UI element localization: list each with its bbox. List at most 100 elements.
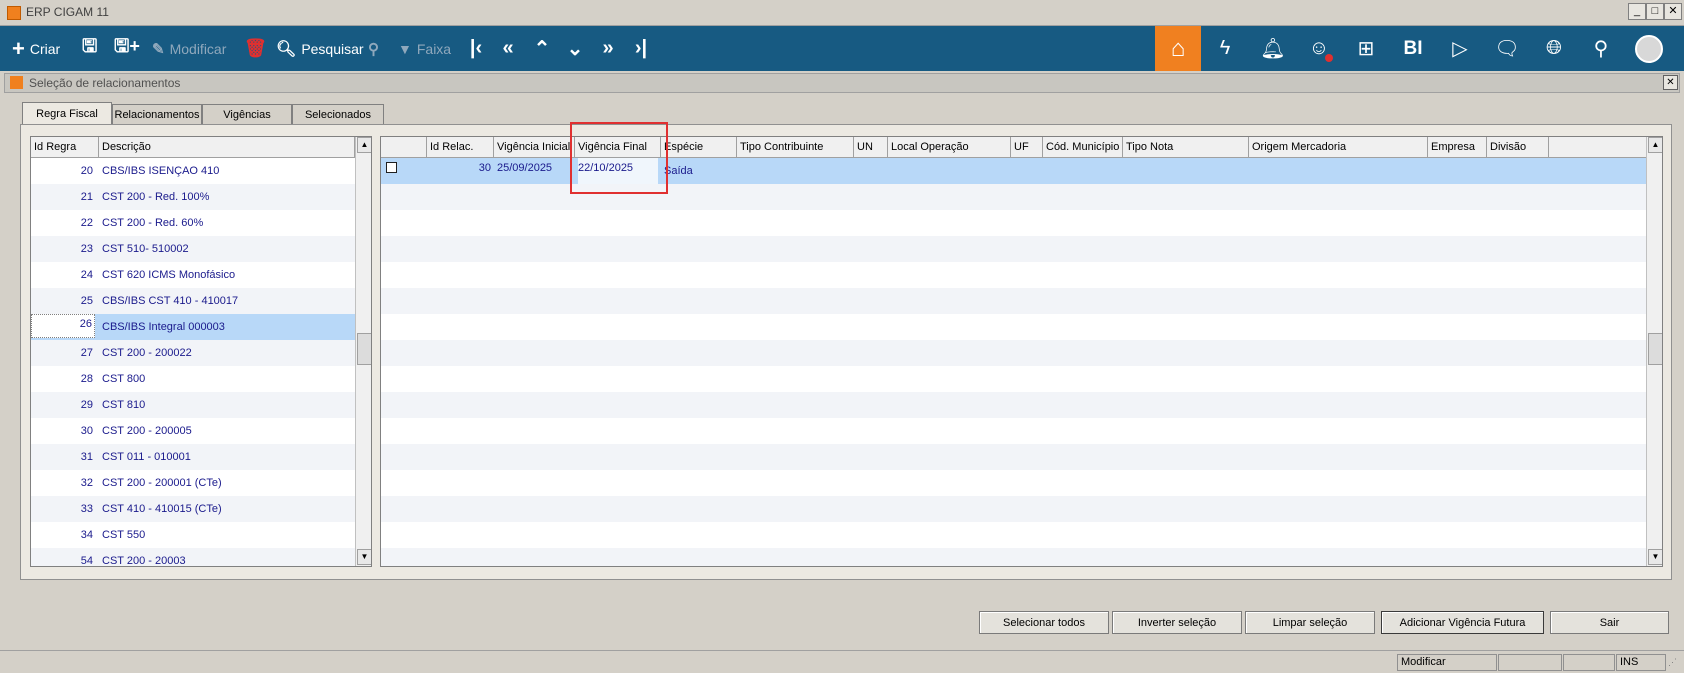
location-button[interactable]: ⚲ xyxy=(368,26,379,71)
tab-regra-fiscal[interactable]: Regra Fiscal xyxy=(22,102,112,125)
minimize-button[interactable]: _ xyxy=(1628,3,1646,20)
criar-button[interactable]: + Criar xyxy=(12,26,60,71)
relacionamentos-grid[interactable]: Id Relac. Vigência Inicial Vigência Final E… xyxy=(380,136,1663,567)
adicionar-vigencia-futura-button[interactable]: Adicionar Vigência Futura xyxy=(1381,611,1544,634)
table-row[interactable] xyxy=(381,262,1646,288)
magnifier-icon[interactable]: ⚲ xyxy=(1578,26,1624,71)
tab-selecionados[interactable]: Selecionados xyxy=(292,104,384,124)
lightning-icon[interactable]: ϟ xyxy=(1202,26,1248,71)
prev-record-icon[interactable]: ⌃ xyxy=(528,26,556,71)
inverter-selecao-button[interactable]: Inverter seleção xyxy=(1112,611,1242,634)
table-row[interactable]: 25 CBS/IBS CST 410 - 410017 xyxy=(31,288,355,314)
grid-icon[interactable]: ⊞ xyxy=(1343,26,1389,71)
close-subwindow-button[interactable]: ✕ xyxy=(1663,75,1678,90)
resize-grip-icon[interactable]: ⋰ xyxy=(1668,657,1677,668)
cell-id-regra: 26 xyxy=(31,314,95,338)
table-row[interactable]: 34 CST 550 xyxy=(31,522,355,548)
table-row[interactable]: 23 CST 510- 510002 xyxy=(31,236,355,262)
table-row[interactable] xyxy=(381,470,1646,496)
table-row[interactable] xyxy=(381,210,1646,236)
delete-button[interactable]: 🗑 xyxy=(244,26,267,71)
tab-relacionamentos[interactable]: Relacionamentos xyxy=(112,104,202,124)
col-origem-mercadoria[interactable]: Origem Mercadoria xyxy=(1249,137,1428,158)
close-window-button[interactable]: ✕ xyxy=(1664,3,1682,20)
table-row[interactable]: 31 CST 011 - 010001 xyxy=(31,444,355,470)
bi-icon[interactable]: BI xyxy=(1390,26,1436,71)
faixa-button[interactable]: ▼ Faixa xyxy=(398,26,451,71)
first-record-icon[interactable]: |‹ xyxy=(462,26,490,71)
limpar-selecao-button[interactable]: Limpar seleção xyxy=(1245,611,1375,634)
scroll-up-icon[interactable]: ▲ xyxy=(1648,137,1662,153)
maximize-button[interactable]: □ xyxy=(1646,3,1664,20)
col-divisao[interactable]: Divisão xyxy=(1487,137,1549,158)
table-row[interactable]: 21 CST 200 - Red. 100% xyxy=(31,184,355,210)
scroll-thumb[interactable] xyxy=(357,333,371,365)
table-row[interactable]: 30 CST 200 - 200005 xyxy=(31,418,355,444)
scroll-down-icon[interactable]: ▼ xyxy=(1648,549,1662,565)
table-row[interactable]: 24 CST 620 ICMS Monofásico xyxy=(31,262,355,288)
col-vigencia-inicial[interactable]: Vigência Inicial xyxy=(494,137,575,158)
col-select[interactable] xyxy=(381,137,427,158)
save-new-button[interactable]: 🖫+ xyxy=(114,26,140,71)
scroll-thumb[interactable] xyxy=(1648,333,1662,365)
modificar-button[interactable]: ✎ Modificar xyxy=(152,26,226,71)
table-row[interactable] xyxy=(381,548,1646,566)
col-tipo-nota[interactable]: Tipo Nota xyxy=(1123,137,1249,158)
home-button[interactable]: ⌂ xyxy=(1155,26,1201,71)
table-row[interactable] xyxy=(381,236,1646,262)
globe-icon[interactable]: 🌐︎ xyxy=(1531,26,1577,71)
vertical-scrollbar[interactable]: ▲ ▼ xyxy=(355,137,371,566)
col-uf[interactable]: UF xyxy=(1011,137,1043,158)
sair-button[interactable]: Sair xyxy=(1550,611,1669,634)
cell-descricao: CBS/IBS ISENÇAO 410 xyxy=(102,165,220,177)
next-page-icon[interactable]: » xyxy=(594,26,622,71)
table-row[interactable] xyxy=(381,496,1646,522)
table-row[interactable]: 33 CST 410 - 410015 (CTe) xyxy=(31,496,355,522)
avatar[interactable] xyxy=(1626,26,1672,71)
tab-vigencias[interactable]: Vigências xyxy=(202,104,292,124)
table-row[interactable] xyxy=(381,418,1646,444)
table-row[interactable] xyxy=(381,340,1646,366)
col-id-regra[interactable]: Id Regra xyxy=(31,137,99,158)
cell-descricao: CST 200 - 200022 xyxy=(102,347,192,359)
scroll-down-icon[interactable]: ▼ xyxy=(357,549,371,565)
table-row[interactable] xyxy=(381,392,1646,418)
table-row[interactable]: 32 CST 200 - 200001 (CTe) xyxy=(31,470,355,496)
col-id-relac[interactable]: Id Relac. xyxy=(427,137,494,158)
col-empresa[interactable]: Empresa xyxy=(1428,137,1487,158)
pesquisar-button[interactable]: 🔍︎ Pesquisar xyxy=(276,26,364,71)
row-checkbox[interactable] xyxy=(386,162,397,173)
col-especie[interactable]: Espécie xyxy=(661,137,737,158)
scroll-up-icon[interactable]: ▲ xyxy=(357,137,371,153)
col-un[interactable]: UN xyxy=(854,137,888,158)
table-row[interactable]: 27 CST 200 - 200022 xyxy=(31,340,355,366)
vertical-scrollbar[interactable]: ▲ ▼ xyxy=(1646,137,1662,566)
table-row[interactable] xyxy=(381,288,1646,314)
play-icon[interactable]: ▷ xyxy=(1437,26,1483,71)
table-row[interactable]: 29 CST 810 xyxy=(31,392,355,418)
save-plus-icon: 🖫+ xyxy=(114,35,140,56)
chat-user-icon[interactable]: 🗨 xyxy=(1484,26,1530,71)
bell-icon[interactable]: 🔔︎ xyxy=(1250,26,1296,71)
table-row[interactable] xyxy=(381,444,1646,470)
table-row[interactable]: 20 CBS/IBS ISENÇAO 410 xyxy=(31,158,355,184)
regra-fiscal-grid[interactable]: Id Regra Descrição 20 CBS/IBS ISENÇAO 410… xyxy=(30,136,372,567)
table-row[interactable]: 28 CST 800 xyxy=(31,366,355,392)
last-record-icon[interactable]: ›| xyxy=(627,26,655,71)
next-record-icon[interactable]: ⌄ xyxy=(561,26,589,71)
col-cod-municipio[interactable]: Cód. Município xyxy=(1043,137,1123,158)
table-row[interactable]: 22 CST 200 - Red. 60% xyxy=(31,210,355,236)
table-row[interactable] xyxy=(381,522,1646,548)
table-row[interactable]: 54 CST 200 - 20003 xyxy=(31,548,355,566)
col-tipo-contribuinte[interactable]: Tipo Contribuinte xyxy=(737,137,854,158)
col-descricao[interactable]: Descrição xyxy=(99,137,355,158)
col-local-operacao[interactable]: Local Operação xyxy=(888,137,1011,158)
support-icon[interactable]: ☺ xyxy=(1296,26,1342,71)
save-button[interactable]: 🖫 xyxy=(82,26,97,71)
table-row[interactable]: 26 CBS/IBS Integral 000003 xyxy=(31,314,355,340)
subwindow-title: Seleção de relacionamentos xyxy=(29,76,181,90)
table-row[interactable] xyxy=(381,366,1646,392)
prev-page-icon[interactable]: « xyxy=(494,26,522,71)
table-row[interactable] xyxy=(381,314,1646,340)
selecionar-todos-button[interactable]: Selecionar todos xyxy=(979,611,1109,634)
